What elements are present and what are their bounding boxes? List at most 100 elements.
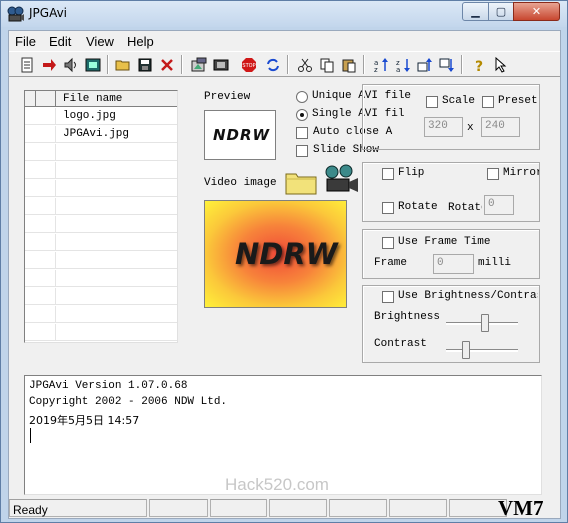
preview-label: Preview <box>204 91 251 103</box>
status-cell <box>269 499 327 517</box>
empty-row <box>25 306 177 323</box>
mirror-label: Mirror <box>503 167 539 179</box>
rotate-angle-label: Rotate <box>448 202 482 214</box>
title-bar[interactable]: JPGAvi ▁ ▢ ✕ <box>1 1 567 27</box>
unique-avi-radio[interactable] <box>296 91 308 103</box>
status-text: Ready <box>13 503 48 517</box>
use-frame-time-checkbox[interactable] <box>382 237 394 249</box>
use-frame-time-label: Use Frame Time <box>398 236 491 248</box>
menu-view[interactable]: View <box>86 34 114 49</box>
move-up-icon[interactable] <box>415 55 435 74</box>
height-field[interactable]: 240 <box>481 117 520 137</box>
width-field[interactable]: 320 <box>424 117 463 137</box>
contrast-slider-thumb[interactable] <box>462 341 470 359</box>
list-item[interactable]: logo.jpg <box>25 108 177 125</box>
sort-desc-icon[interactable]: za <box>393 55 413 74</box>
toolbar-separator <box>181 55 183 74</box>
auto-close-checkbox[interactable] <box>296 127 308 139</box>
paste-icon[interactable] <box>339 55 359 74</box>
log-line: 2019年5月5日 14:57 <box>29 414 140 427</box>
minimize-icon: ▁ <box>471 6 480 18</box>
copy-icon[interactable] <box>317 55 337 74</box>
preview-image: NDRW <box>204 110 276 160</box>
text-caret <box>30 428 31 443</box>
log-line: JPGAvi Version 1.07.0.68 <box>29 380 188 392</box>
svg-text:a: a <box>396 66 400 73</box>
scale-checkbox[interactable] <box>426 96 438 108</box>
contrast-slider-track[interactable] <box>446 349 518 352</box>
window-title: JPGAvi <box>29 6 68 20</box>
svg-text:STOP: STOP <box>242 63 255 69</box>
cut-icon[interactable] <box>295 55 315 74</box>
empty-row <box>25 252 177 269</box>
contrast-label: Contrast <box>374 338 427 350</box>
mirror-checkbox[interactable] <box>487 168 499 180</box>
vm7-badge: VM7 <box>498 496 544 520</box>
film-strip-icon[interactable] <box>211 55 231 74</box>
close-button[interactable]: ✕ <box>513 2 560 21</box>
toolbar: STOP az za ? <box>9 51 560 77</box>
app-window: JPGAvi ▁ ▢ ✕ File Edit View Help STOP a … <box>0 0 568 523</box>
toolbar-separator <box>107 55 109 74</box>
menu-edit[interactable]: Edit <box>49 34 71 49</box>
log-line: Copyright 2002 - 2006 NDW Ltd. <box>29 396 228 408</box>
maximize-icon: ▢ <box>495 6 507 18</box>
empty-row <box>25 162 177 179</box>
brightness-label: Brightness <box>374 311 441 323</box>
status-cell-main: Ready <box>9 499 147 517</box>
maximize-button[interactable]: ▢ <box>488 2 514 21</box>
pointer-icon[interactable] <box>491 55 511 74</box>
single-avi-radio[interactable] <box>296 109 308 121</box>
brightness-slider-thumb[interactable] <box>481 314 490 332</box>
menu-file[interactable]: File <box>15 34 36 49</box>
folder-icon[interactable] <box>285 169 317 195</box>
delete-x-icon[interactable] <box>157 55 177 74</box>
flip-checkbox[interactable] <box>382 168 394 180</box>
red-arrow-icon[interactable] <box>39 55 59 74</box>
photo-import-icon[interactable] <box>189 55 209 74</box>
empty-row <box>25 144 177 161</box>
slide-show-checkbox[interactable] <box>296 145 308 157</box>
preset-checkbox[interactable] <box>482 96 494 108</box>
save-disk-icon[interactable] <box>135 55 155 74</box>
watermark: Hack520.com <box>225 475 329 494</box>
rotate-angle-field[interactable]: 0 <box>484 195 514 215</box>
use-brightness-checkbox[interactable] <box>382 291 394 303</box>
help-question-icon[interactable]: ? <box>469 55 489 74</box>
menu-bar: File Edit View Help <box>9 31 560 51</box>
new-document-icon[interactable] <box>17 55 37 74</box>
toolbar-separator <box>461 55 463 74</box>
move-down-icon[interactable] <box>437 55 457 74</box>
column-file-name[interactable]: File name <box>63 93 122 105</box>
list-item[interactable]: JPGAvi.jpg <box>25 126 177 143</box>
open-folder-icon[interactable] <box>113 55 133 74</box>
frame-unit-label: milli <box>478 257 512 269</box>
status-cell <box>389 499 447 517</box>
sort-asc-icon[interactable]: az <box>371 55 391 74</box>
minimize-button[interactable]: ▁ <box>462 2 489 21</box>
status-cell <box>149 499 208 517</box>
toolbar-separator <box>363 55 365 74</box>
stop-sign-icon[interactable]: STOP <box>239 55 259 74</box>
rotate-checkbox[interactable] <box>382 202 394 214</box>
status-cell <box>329 499 387 517</box>
frame-time-field[interactable]: 0 <box>433 254 474 274</box>
status-cell <box>210 499 267 517</box>
projector-icon[interactable] <box>324 164 360 196</box>
file-list[interactable]: File name logo.jpg JPGAvi.jpg <box>24 90 178 343</box>
empty-row <box>25 216 177 233</box>
use-brightness-label: Use Brightness/Contrast <box>398 290 538 302</box>
preset-label: Preset <box>498 95 538 107</box>
film-frame-icon[interactable] <box>83 55 103 74</box>
empty-row <box>25 324 177 341</box>
speaker-icon[interactable] <box>61 55 81 74</box>
refresh-icon[interactable] <box>263 55 283 74</box>
video-image: NDRW <box>204 200 347 308</box>
empty-row <box>25 270 177 287</box>
flip-label: Flip <box>398 167 425 179</box>
size-x-label: x <box>467 122 474 134</box>
empty-row <box>25 180 177 197</box>
file-list-header: File name <box>25 91 177 107</box>
toolbar-separator <box>287 55 289 74</box>
menu-help[interactable]: Help <box>127 34 154 49</box>
